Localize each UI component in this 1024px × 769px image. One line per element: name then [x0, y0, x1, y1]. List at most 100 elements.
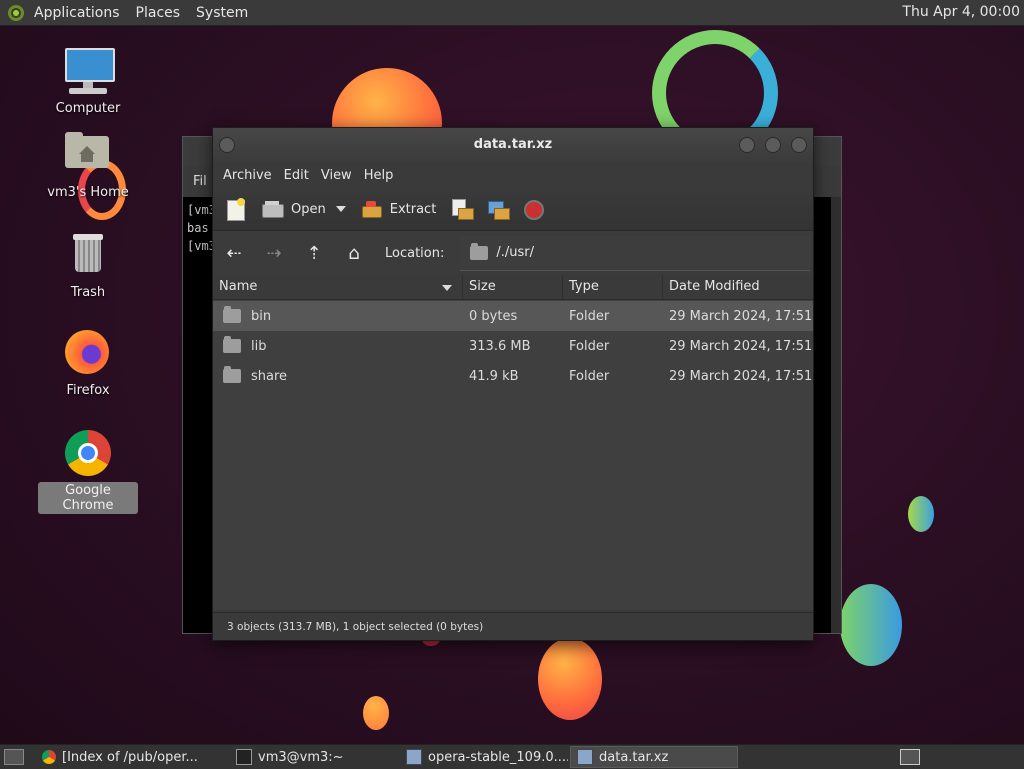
- trash-icon: [63, 230, 113, 280]
- column-header-name[interactable]: Name: [213, 275, 463, 299]
- cell-type: Folder: [569, 368, 610, 384]
- desktop-icon-label: Trash: [70, 285, 106, 300]
- column-label: Name: [219, 279, 258, 294]
- menu-edit[interactable]: Edit: [278, 168, 315, 183]
- toolbar: Open Extract: [213, 188, 813, 231]
- home-folder-icon: [63, 130, 113, 180]
- open-label: Open: [291, 201, 326, 217]
- add-folder-button[interactable]: [482, 193, 512, 225]
- taskbar-item-chrome[interactable]: [Index of /pub/oper...: [36, 747, 228, 767]
- folder-icon: [223, 336, 241, 353]
- table-row[interactable]: share 41.9 kB Folder 29 March 2024, 17:5…: [213, 361, 813, 391]
- taskbar-item-label: data.tar.xz: [599, 749, 669, 765]
- window-title: data.tar.xz: [473, 137, 553, 152]
- workspace-switcher[interactable]: [900, 749, 920, 765]
- file-name: share: [251, 368, 288, 384]
- new-archive-icon: [225, 198, 247, 221]
- desktop-icon-home[interactable]: vm3's Home: [38, 130, 138, 201]
- desktop-icon-label: Firefox: [66, 383, 110, 398]
- minimize-icon[interactable]: [739, 137, 755, 153]
- cell-date: 29 March 2024, 17:51: [669, 368, 813, 384]
- menu-applications[interactable]: Applications: [26, 5, 128, 21]
- close-icon[interactable]: [791, 137, 807, 153]
- taskbar-item-terminal[interactable]: vm3@vm3:~: [230, 747, 398, 767]
- desktop-icon-label: Computer: [55, 101, 121, 116]
- cell-type: Folder: [569, 308, 610, 324]
- chrome-icon: [63, 428, 113, 478]
- menu-system[interactable]: System: [188, 5, 256, 21]
- taskbar-item-label: opera-stable_109.0....: [428, 749, 568, 765]
- column-header-date-modified[interactable]: Date Modified: [663, 275, 813, 299]
- show-desktop-button[interactable]: [4, 749, 24, 765]
- menu-view[interactable]: View: [315, 168, 358, 183]
- cell-name: bin: [213, 306, 463, 324]
- add-files-icon: [450, 198, 475, 220]
- open-dropdown-button[interactable]: [332, 193, 350, 225]
- maximize-icon[interactable]: [765, 137, 781, 153]
- wallpaper-blob-blue-large: [840, 584, 902, 666]
- menu-help[interactable]: Help: [358, 168, 400, 183]
- firefox-icon: [63, 328, 113, 378]
- location-value: /./usr/: [496, 245, 535, 260]
- menu-archive[interactable]: Archive: [217, 168, 278, 183]
- distro-logo-icon[interactable]: [8, 4, 24, 21]
- folder-icon: [223, 366, 241, 383]
- wallpaper-blob-small: [363, 696, 389, 730]
- file-list[interactable]: Name Size Type Date Modified bin 0 bytes…: [213, 275, 813, 610]
- sort-descending-icon: [442, 285, 452, 291]
- computer-icon: [63, 46, 115, 96]
- arrow-up-icon: ⇡: [306, 242, 322, 264]
- desktop-icon-computer[interactable]: Computer: [38, 46, 138, 117]
- desktop-icon-firefox[interactable]: Firefox: [38, 328, 138, 399]
- open-button[interactable]: Open: [257, 193, 330, 225]
- stop-icon: [522, 198, 545, 220]
- chevron-down-icon: [335, 206, 346, 212]
- chrome-icon: [42, 750, 56, 764]
- status-bar: 3 objects (313.7 MB), 1 object selected …: [213, 612, 813, 640]
- table-row[interactable]: bin 0 bytes Folder 29 March 2024, 17:51: [213, 301, 813, 331]
- desktop-icon-label: Google Chrome: [38, 482, 138, 514]
- location-field[interactable]: /./usr/: [460, 235, 811, 271]
- extract-button[interactable]: Extract: [356, 193, 441, 225]
- open-archive-icon: [261, 198, 284, 220]
- terminal-icon: [236, 749, 252, 765]
- location-bar: ⇠ ⇢ ⇡ ⌂ Location: /./usr/: [213, 231, 813, 276]
- new-archive-button[interactable]: [221, 193, 251, 225]
- home-icon: ⌂: [348, 242, 360, 264]
- cell-size: 0 bytes: [469, 308, 518, 324]
- column-header-size[interactable]: Size: [463, 275, 563, 299]
- location-label: Location:: [385, 245, 445, 261]
- up-button[interactable]: ⇡: [301, 240, 327, 266]
- cell-type: Folder: [569, 338, 610, 354]
- folder-icon: [223, 306, 241, 323]
- window-titlebar[interactable]: data.tar.xz: [213, 128, 813, 162]
- cell-size: 313.6 MB: [469, 338, 531, 354]
- panel-clock[interactable]: Thu Apr 4, 00:00: [902, 4, 1020, 20]
- archive-manager-window: data.tar.xz Archive Edit View Help Open: [212, 127, 814, 641]
- arrow-left-icon: ⇠: [226, 242, 242, 264]
- terminal-scrollbar[interactable]: [831, 197, 841, 633]
- add-folder-icon: [486, 198, 511, 220]
- cell-name: share: [213, 366, 463, 384]
- arrow-right-icon: ⇢: [266, 242, 282, 264]
- add-files-button[interactable]: [446, 193, 476, 225]
- table-row[interactable]: lib 313.6 MB Folder 29 March 2024, 17:51: [213, 331, 813, 361]
- desktop-icon-google-chrome[interactable]: Google Chrome: [38, 428, 138, 514]
- cell-date: 29 March 2024, 17:51: [669, 308, 813, 324]
- folder-icon: [470, 242, 489, 260]
- column-header-type[interactable]: Type: [563, 275, 663, 299]
- forward-button[interactable]: ⇢: [261, 240, 287, 266]
- window-menu-icon[interactable]: [219, 137, 235, 153]
- wallpaper-blob-blue-small: [908, 496, 934, 532]
- taskbar-item-opera-archive[interactable]: opera-stable_109.0....: [400, 747, 568, 767]
- taskbar-item-label: vm3@vm3:~: [258, 749, 344, 765]
- menu-places[interactable]: Places: [128, 5, 189, 21]
- taskbar-item-data-archive[interactable]: data.tar.xz: [570, 746, 738, 768]
- back-button[interactable]: ⇠: [221, 240, 247, 266]
- archive-icon: [406, 749, 422, 765]
- home-button[interactable]: ⌂: [341, 240, 367, 266]
- file-list-header: Name Size Type Date Modified: [213, 275, 813, 300]
- desktop-icon-trash[interactable]: Trash: [38, 230, 138, 301]
- stop-button[interactable]: [518, 193, 548, 225]
- taskbar: [Index of /pub/oper... vm3@vm3:~ opera-s…: [0, 744, 1024, 769]
